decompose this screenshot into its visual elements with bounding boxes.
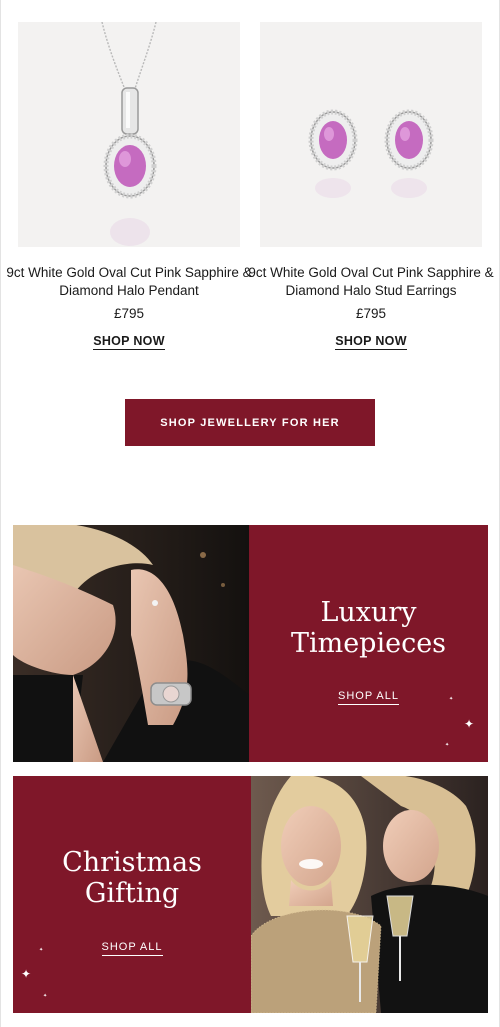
- shop-now-link[interactable]: SHOP NOW: [18, 332, 240, 350]
- pendant-image[interactable]: [18, 22, 240, 247]
- shop-jewellery-for-her-button[interactable]: SHOP JEWELLERY FOR HER: [125, 399, 375, 446]
- banner-title: Christmas Gifting: [62, 847, 202, 909]
- shop-all-label[interactable]: SHOP ALL: [101, 941, 163, 956]
- christmas-gifting-banner[interactable]: Christmas Gifting SHOP ALL ✦ ✦ ✦: [13, 776, 488, 1013]
- shop-all-link[interactable]: SHOP ALL: [13, 937, 251, 956]
- page-border-left: [0, 0, 1, 1027]
- luxury-timepieces-panel[interactable]: Luxury Timepieces SHOP ALL ✦ ✦ ✦: [249, 525, 488, 762]
- sparkle-icon: ✦: [21, 967, 32, 981]
- shop-now-label[interactable]: SHOP NOW: [335, 334, 407, 350]
- product-name[interactable]: 9ct White Gold Oval Cut Pink Sapphire & …: [248, 264, 494, 299]
- product-price: £795: [113, 306, 145, 321]
- earrings-image[interactable]: [260, 22, 482, 247]
- sparkle-icon: ✦: [445, 742, 450, 748]
- sparkle-icon: ✦: [449, 696, 454, 702]
- shop-all-label[interactable]: SHOP ALL: [338, 690, 399, 705]
- model-watch-photo[interactable]: [13, 525, 249, 762]
- sparkle-icon: ✦: [39, 947, 44, 953]
- sparkle-icon: ✦: [43, 993, 48, 999]
- banner-title: Luxury Timepieces: [290, 597, 447, 659]
- shop-now-link[interactable]: SHOP NOW: [260, 332, 482, 350]
- product-name[interactable]: 9ct White Gold Oval Cut Pink Sapphire & …: [6, 264, 252, 299]
- product-price: £795: [355, 306, 387, 321]
- shop-now-label[interactable]: SHOP NOW: [93, 334, 165, 350]
- christmas-gifting-panel[interactable]: Christmas Gifting SHOP ALL ✦ ✦ ✦: [13, 776, 251, 1013]
- luxury-timepieces-banner[interactable]: Luxury Timepieces SHOP ALL ✦ ✦ ✦: [13, 525, 488, 762]
- models-champagne-photo[interactable]: [251, 776, 488, 1013]
- sparkle-icon: ✦: [464, 717, 475, 731]
